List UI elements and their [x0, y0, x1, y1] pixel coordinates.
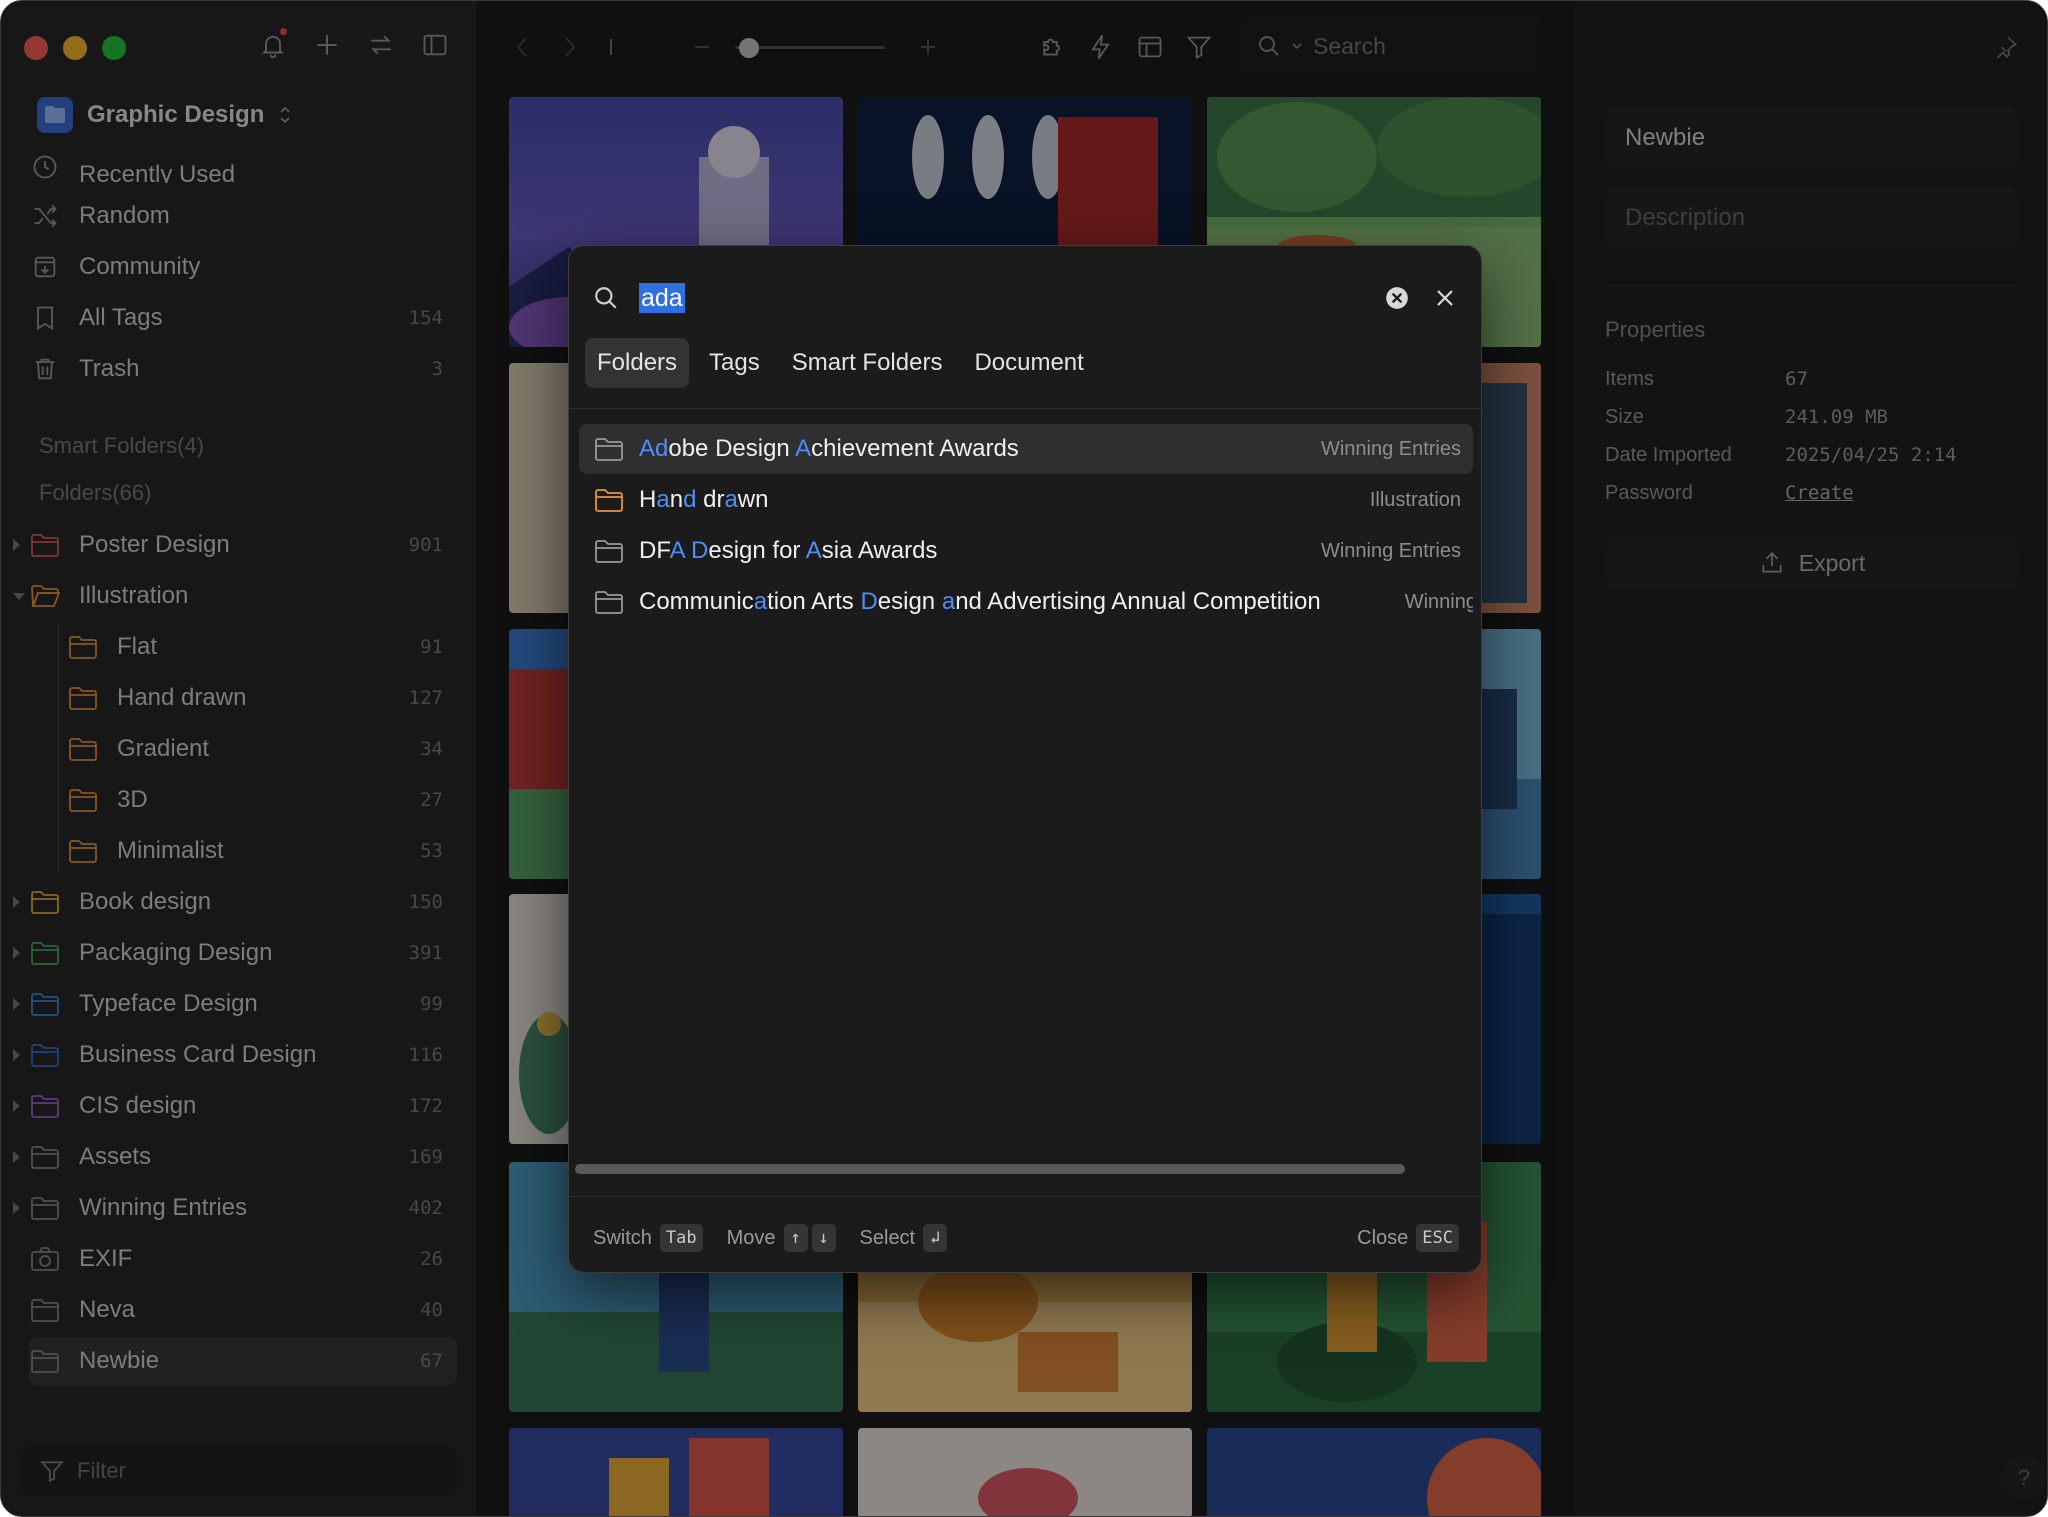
search-icon	[595, 287, 617, 309]
hint-switch: Switch Tab	[593, 1224, 703, 1252]
folder-icon	[593, 484, 625, 516]
result-parent-folder: Winning Entries	[1320, 539, 1461, 562]
result-text: sia Awards	[821, 537, 938, 564]
keyboard-hints: Switch Tab Move ↑ ↓ Select ↲ Close ESC	[593, 1220, 1459, 1256]
result-name: Communication Arts Design and Advertisin…	[639, 588, 1321, 616]
search-result-row[interactable]: Adobe Design Achievement Awards Winning E…	[579, 424, 1473, 474]
tab-document[interactable]: Document	[962, 338, 1095, 388]
match-highlight: a	[724, 486, 738, 513]
result-text: n	[669, 486, 684, 513]
quick-search-dialog: ada Folders Tags Smart Folders Document …	[568, 245, 1482, 1273]
folder-icon	[593, 586, 625, 618]
folder-icon	[593, 433, 625, 465]
hint-move: Move ↑ ↓	[727, 1224, 836, 1252]
clear-search-button[interactable]	[1381, 282, 1413, 314]
match-highlight: a	[753, 588, 768, 615]
escape-key: ESC	[1416, 1224, 1459, 1252]
horizontal-scrollbar[interactable]	[575, 1164, 1405, 1174]
search-result-row[interactable]: Communication Arts Design and Advertisin…	[579, 577, 1473, 627]
search-result-row[interactable]: Hand drawn Illustration	[579, 475, 1473, 525]
arrow-up-key: ↑	[783, 1224, 808, 1252]
hint-label: Switch	[593, 1226, 652, 1249]
tab-key: Tab	[659, 1224, 703, 1252]
result-text: DF	[639, 537, 670, 564]
result-text: obe Design	[668, 435, 796, 462]
match-highlight: Ad	[639, 435, 669, 462]
arrow-down-key: ↓	[811, 1224, 836, 1252]
close-dialog-button[interactable]	[1429, 282, 1461, 314]
hint-label: Select	[859, 1226, 916, 1249]
app-window: Graphic Design Recently Used Random Comm…	[0, 0, 2048, 1517]
tab-tags[interactable]: Tags	[697, 338, 772, 388]
search-result-row[interactable]: DFA Design for Asia Awards Winning Entrie…	[579, 526, 1473, 576]
result-text: nd Advertising Annual Competition	[955, 588, 1321, 615]
match-highlight: a	[656, 486, 670, 513]
hint-label: Move	[726, 1226, 776, 1249]
match-highlight: A	[805, 537, 822, 564]
result-text: esign	[877, 588, 942, 615]
match-highlight: D	[691, 537, 709, 564]
folder-icon	[593, 535, 625, 567]
divider	[569, 1196, 1481, 1197]
match-highlight: D	[860, 588, 878, 615]
hint-label: Close	[1357, 1226, 1409, 1249]
result-parent-folder: Illustration	[1369, 488, 1461, 511]
search-query-text[interactable]: ada	[639, 283, 685, 313]
match-highlight: A	[795, 435, 812, 462]
match-highlight: d	[683, 486, 697, 513]
result-text: tion Arts	[767, 588, 861, 615]
clear-circle-icon	[1386, 287, 1408, 309]
match-highlight: A	[669, 537, 685, 564]
result-parent-folder: Winning Entries	[1320, 437, 1461, 460]
result-text: Communic	[639, 588, 754, 615]
search-scope-tabs: Folders Tags Smart Folders Document	[585, 338, 1096, 388]
quick-search-input[interactable]: ada	[593, 276, 1459, 320]
hint-close: Close ESC	[1357, 1224, 1459, 1252]
result-text: dr	[696, 486, 725, 513]
result-name: Adobe Design Achievement Awards	[639, 435, 1019, 463]
result-name: Hand drawn	[639, 486, 768, 514]
result-parent-folder: Winning	[1404, 590, 1473, 613]
close-icon	[1437, 290, 1453, 306]
tab-folders[interactable]: Folders	[585, 338, 690, 388]
result-text: chievement Awards	[811, 435, 1019, 462]
result-text: esign for	[708, 537, 806, 564]
hint-select: Select ↲	[860, 1224, 948, 1252]
return-key: ↲	[923, 1224, 948, 1252]
result-text: wn	[737, 486, 769, 513]
result-name: DFA Design for Asia Awards	[639, 537, 937, 565]
divider	[569, 408, 1481, 409]
tab-smart-folders[interactable]: Smart Folders	[780, 338, 955, 388]
match-highlight: a	[941, 588, 956, 615]
result-text: H	[639, 486, 657, 513]
